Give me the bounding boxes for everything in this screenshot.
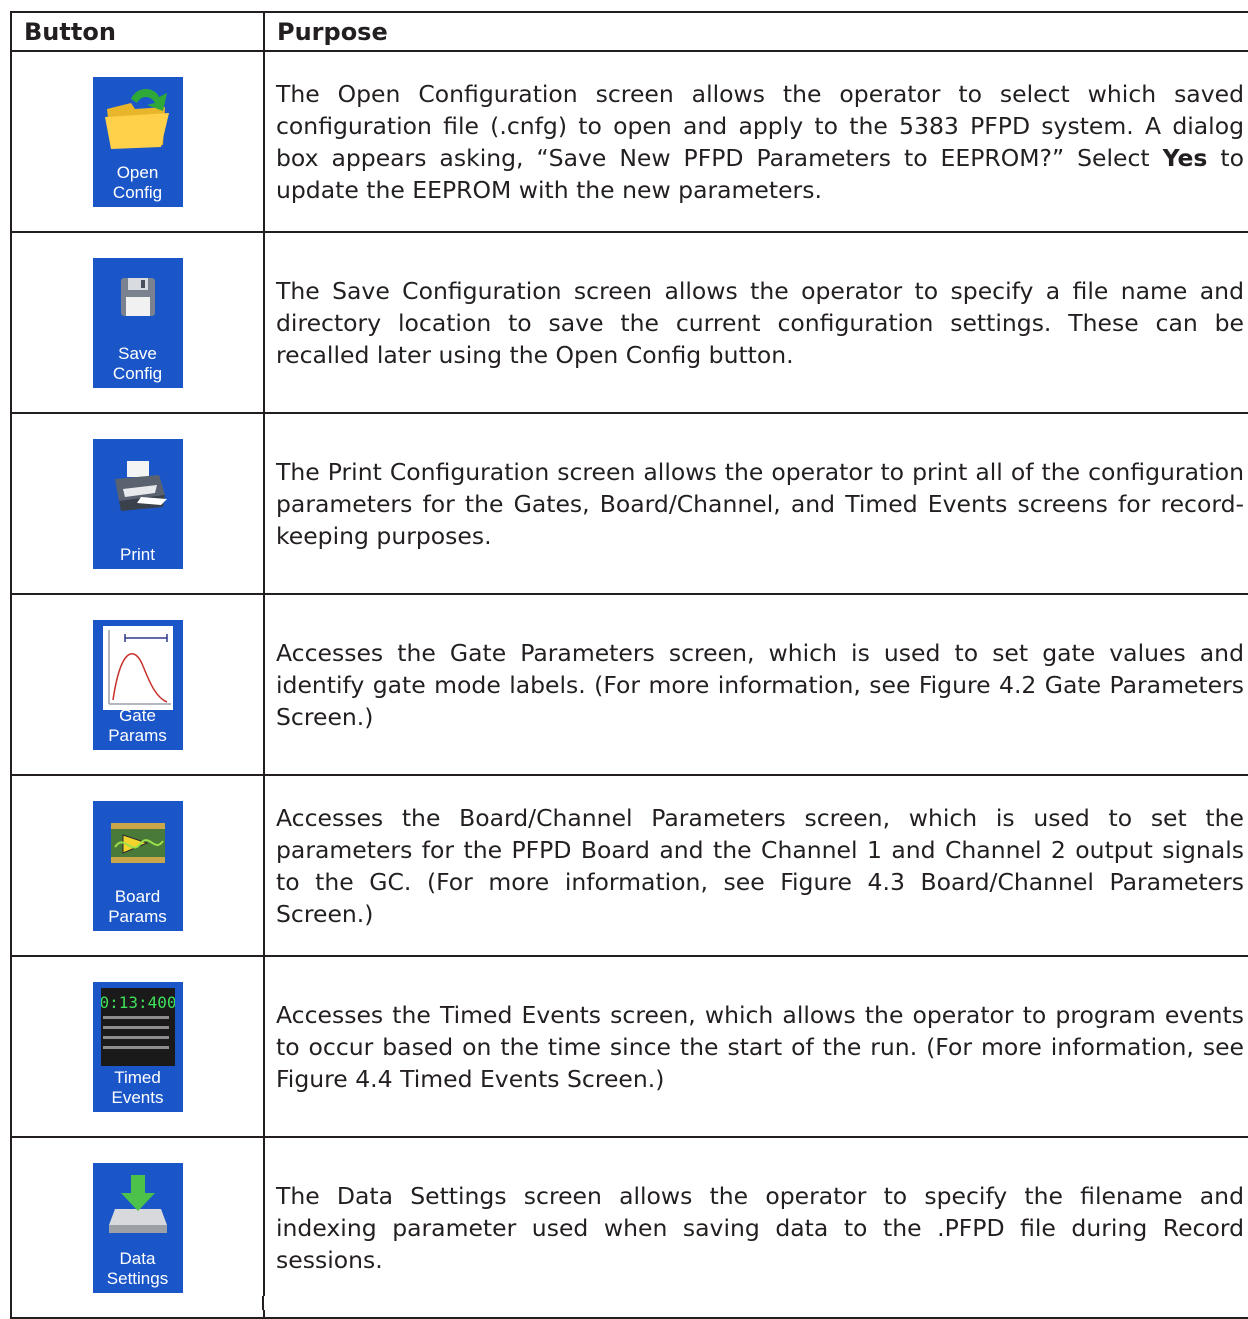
header-purpose: Purpose	[263, 11, 1248, 52]
purpose-text: Accesses the Timed Events screen, which …	[263, 955, 1248, 1138]
download-tray-icon	[108, 1174, 167, 1233]
button-label: Events	[111, 1087, 164, 1107]
open-config-button[interactable]: Open Config	[92, 76, 183, 207]
open-folder-icon	[104, 88, 169, 149]
data-settings-button[interactable]: Data Settings	[92, 1162, 183, 1293]
floppy-disk-icon	[120, 277, 155, 316]
timed-events-button[interactable]: 0:13:400 Timed Events	[92, 981, 183, 1112]
gate-params-button[interactable]: Gate Params	[92, 619, 183, 750]
timer-readout: 0:13:400	[101, 993, 175, 1012]
button-label: Settings	[106, 1268, 169, 1288]
table-row: Open Config The Open Configuration scree…	[10, 50, 1248, 233]
button-label: Print	[120, 544, 155, 564]
purpose-text: Accesses the Gate Parameters screen, whi…	[263, 593, 1248, 776]
board-params-button[interactable]: Board Params	[92, 800, 183, 931]
circuit-board-icon	[110, 822, 165, 863]
table-row: Gate Params Accesses the Gate Parameters…	[10, 593, 1248, 776]
purpose-text: The Open Configuration screen allows the…	[263, 50, 1248, 233]
header-row: Button Purpose	[10, 11, 1248, 52]
button-label: Params	[108, 906, 167, 926]
button-label: Board	[114, 886, 161, 906]
button-label: Save	[118, 343, 157, 363]
button-label: Params	[108, 725, 167, 745]
printer-icon	[114, 460, 167, 511]
purpose-text: The Data Settings screen allows the oper…	[263, 1136, 1248, 1319]
purpose-text: The Save Configuration screen allows the…	[263, 231, 1248, 414]
purpose-text: The Print Configuration screen allows th…	[263, 412, 1248, 595]
gate-chart-icon	[102, 625, 173, 710]
table-row: Data Settings The Data Settings screen a…	[10, 1136, 1248, 1319]
table-row: 0:13:400 Timed Events Accesses the Timed…	[10, 955, 1248, 1138]
button-label: Open	[116, 162, 159, 182]
table-row: Board Params Accesses the Board/Channel …	[10, 774, 1248, 957]
button-label: Data	[119, 1248, 156, 1268]
save-config-button[interactable]: Save Config	[92, 257, 183, 388]
button-label: Gate	[119, 705, 156, 725]
button-purpose-table: Button Purpose Open Config The Open Conf…	[10, 11, 1248, 1319]
button-label: Config	[112, 182, 163, 202]
table-row: Print The Print Configuration screen all…	[10, 412, 1248, 595]
header-button: Button	[10, 11, 265, 52]
table-row: Save Config The Save Configuration scree…	[10, 231, 1248, 414]
purpose-text: Accesses the Board/Channel Parameters sc…	[263, 774, 1248, 957]
print-button[interactable]: Print	[92, 438, 183, 569]
timer-display-icon: 0:13:400	[100, 987, 175, 1066]
button-label: Timed	[114, 1067, 161, 1087]
button-label: Config	[112, 363, 163, 383]
